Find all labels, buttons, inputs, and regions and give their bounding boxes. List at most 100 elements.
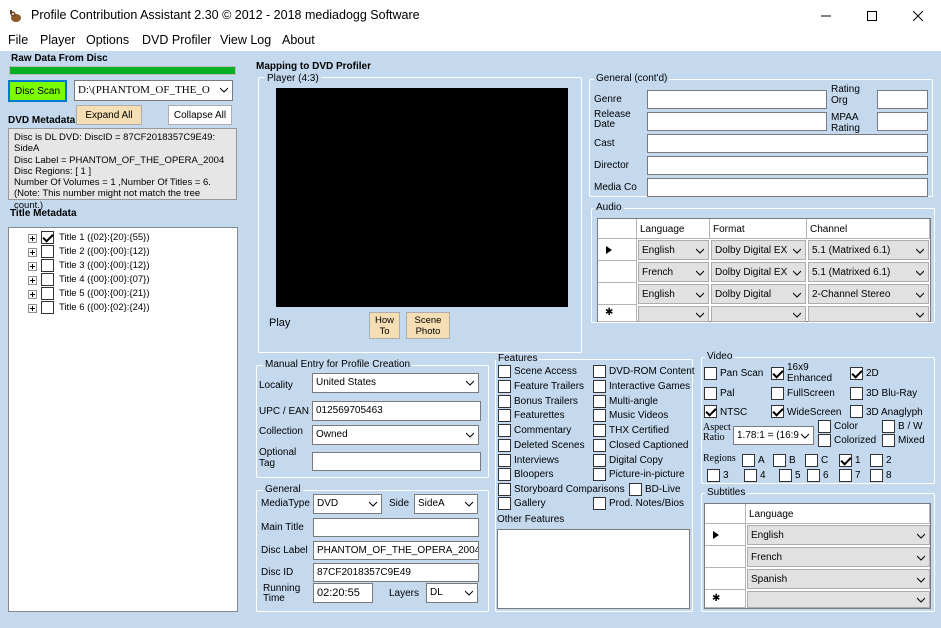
picture-in-picture-checkbox[interactable] [593,468,606,481]
region-8-checkbox[interactable] [870,469,883,482]
drive-select[interactable]: D:\(PHANTOM_OF_THE_O [74,80,233,101]
audio-row-2-channel[interactable]: 5.1 (Matrixed 6.1) [808,262,929,282]
mixed-checkbox[interactable] [882,434,895,447]
video-player[interactable] [276,88,568,307]
expand-all-button[interactable]: Expand All [76,105,142,125]
region-3-checkbox[interactable] [707,469,720,482]
featurettes-checkbox[interactable] [498,409,511,422]
other-features-input[interactable] [497,529,690,609]
mpaa-rating-input[interactable] [877,112,928,131]
audio-row-2-format[interactable]: Dolby Digital EX [711,262,806,282]
expand-icon[interactable] [28,234,37,243]
release-date-input[interactable] [647,112,827,131]
mediatype-select[interactable]: DVD [313,494,382,514]
collection-select[interactable]: Owned [312,425,479,445]
2d-checkbox[interactable] [850,367,863,380]
region-4-checkbox[interactable] [744,469,757,482]
closed-captioned-checkbox[interactable] [593,439,606,452]
feature-trailers-checkbox[interactable] [498,380,511,393]
title-1-checkbox[interactable] [41,231,54,244]
audio-row-1-channel[interactable]: 5.1 (Matrixed 6.1) [808,240,929,260]
media-co-input[interactable] [647,178,928,197]
scene-access-checkbox[interactable] [498,365,511,378]
fullscreen-checkbox[interactable] [771,387,784,400]
genre-input[interactable] [647,90,827,109]
rating-org-input[interactable] [877,90,928,109]
region-1-checkbox[interactable] [839,454,852,467]
interactive-games-checkbox[interactable] [593,380,606,393]
menu-file[interactable]: File [8,33,28,47]
audio-row-3-channel[interactable]: 2-Channel Stereo [808,284,929,304]
expand-icon[interactable] [28,248,37,257]
audio-row-3-format[interactable]: Dolby Digital [711,284,806,304]
how-to-button[interactable]: How To [369,312,400,339]
interviews-checkbox[interactable] [498,454,511,467]
subtitle-row-header[interactable] [705,568,746,590]
color-checkbox[interactable] [818,420,831,433]
subtitle-row-header[interactable] [705,524,746,546]
region-2-checkbox[interactable] [870,454,883,467]
director-input[interactable] [647,156,928,175]
audio-row-2-language[interactable]: French [638,262,709,282]
music-videos-checkbox[interactable] [593,409,606,422]
thx-certified-checkbox[interactable] [593,424,606,437]
upc-input[interactable]: 012569705463 [312,401,481,421]
locality-select[interactable]: United States [312,373,479,393]
ntsc-checkbox[interactable] [704,405,717,418]
multi-angle-checkbox[interactable] [593,395,606,408]
region-a-checkbox[interactable] [742,454,755,467]
audio-row-3-language[interactable]: English [638,284,709,304]
region-6-checkbox[interactable] [807,469,820,482]
3d-anaglyph-checkbox[interactable] [850,405,863,418]
region-5-checkbox[interactable] [779,469,792,482]
widescreen-checkbox[interactable] [771,405,784,418]
subtitle-new-language[interactable] [747,591,930,608]
audio-row-header[interactable] [598,261,637,283]
maximize-button[interactable] [849,0,895,31]
audio-new-language[interactable] [638,306,709,322]
digital-copy-checkbox[interactable] [593,454,606,467]
enhanced-16x9-checkbox[interactable] [771,367,784,380]
audio-row-header[interactable] [598,283,637,305]
pan-scan-checkbox[interactable] [704,367,717,380]
side-select[interactable]: SideA [414,494,478,514]
gallery-checkbox[interactable] [498,497,511,510]
subtitle-row-3-language[interactable]: Spanish [747,569,930,589]
menu-player[interactable]: Player [40,33,75,47]
subtitle-row-header[interactable] [705,546,746,568]
title-5-checkbox[interactable] [41,287,54,300]
dvd-rom-content-checkbox[interactable] [593,365,606,378]
subtitle-row-1-language[interactable]: English [747,525,930,545]
subtitle-row-2-language[interactable]: French [747,547,930,567]
deleted-scenes-checkbox[interactable] [498,439,511,452]
menu-dvd-profiler[interactable]: DVD Profiler [142,33,211,47]
optional-tag-input[interactable] [312,452,481,471]
aspect-ratio-select[interactable]: 1.78:1 = (16:9 [733,426,814,445]
bloopers-checkbox[interactable] [498,468,511,481]
play-label[interactable]: Play [269,317,290,329]
audio-new-row-header[interactable]: ✱ [598,305,637,322]
minimize-button[interactable] [803,0,849,31]
subtitles-grid[interactable]: Language English French Spanish ✱ [704,503,931,609]
region-c-checkbox[interactable] [805,454,818,467]
layers-select[interactable]: DL [426,583,478,603]
disc-scan-button[interactable]: Disc Scan [8,80,67,102]
disc-id-input[interactable]: 87CF2018357C9E49 [313,563,479,582]
colorized-checkbox[interactable] [818,434,831,447]
bonus-trailers-checkbox[interactable] [498,395,511,408]
title-tree[interactable]: Title 1 ({02}:{20}:{55}) Title 2 ({00}:{… [8,227,238,612]
expand-icon[interactable] [28,262,37,271]
disc-label-input[interactable]: PHANTOM_OF_THE_OPERA_2004 [313,541,479,560]
pal-checkbox[interactable] [704,387,717,400]
bw-checkbox[interactable] [882,420,895,433]
commentary-checkbox[interactable] [498,424,511,437]
subtitle-new-row-header[interactable]: ✱ [705,590,746,608]
scene-photo-button[interactable]: Scene Photo [406,312,450,339]
audio-new-format[interactable] [711,306,806,322]
bd-live-checkbox[interactable] [629,483,642,496]
audio-row-header[interactable] [598,239,637,261]
region-b-checkbox[interactable] [773,454,786,467]
cast-input[interactable] [647,134,928,153]
prod-notes-bios-checkbox[interactable] [593,497,606,510]
close-button[interactable] [895,0,941,31]
